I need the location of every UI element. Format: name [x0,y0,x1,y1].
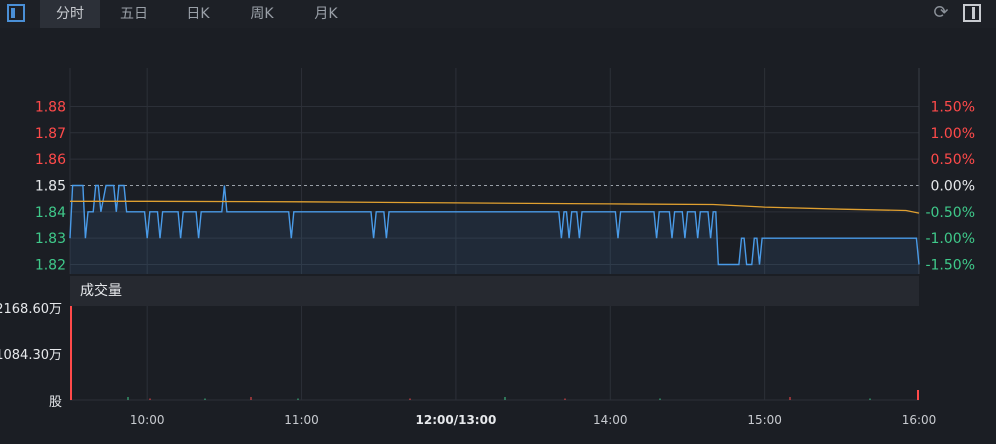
percent-tick-label: 1.00% [931,126,975,142]
time-tick-label: 12:00/13:00 [416,413,497,427]
time-tick-label: 14:00 [593,413,628,427]
time-tick-label: 10:00 [130,413,165,427]
volume-title: 成交量 [80,283,122,299]
percent-tick-label: -0.50% [925,205,975,221]
volume-tick-label: 1084.30万 [0,348,62,363]
percent-tick-label: -1.50% [925,258,975,274]
percent-tick-label: -1.00% [925,231,975,247]
price-tick-label: 1.83 [35,231,66,247]
time-tick-label: 15:00 [747,413,782,427]
price-tick-label: 1.85 [35,178,66,194]
volume-header: 成交量 [70,276,919,306]
time-tick-label: 11:00 [284,413,319,427]
price-tick-label: 1.84 [35,205,66,221]
price-tick-label: 1.82 [35,258,66,274]
percent-tick-label: 1.50% [931,99,975,115]
intraday-chart: 1.88 1.50% 1.87 1.00% 1.86 0.50% 1.85 0.00% 1.84… [0,68,975,427]
percent-tick-label: 0.00% [931,178,975,194]
volume-tick-label: 2168.60万 [0,302,62,317]
price-tick-label: 1.86 [35,152,66,168]
percent-tick-label: 0.50% [931,152,975,168]
price-tick-label: 1.88 [35,99,66,115]
volume-tick-label: 股 [49,395,62,410]
price-tick-label: 1.87 [35,126,66,142]
time-tick-label: 16:00 [902,413,937,427]
